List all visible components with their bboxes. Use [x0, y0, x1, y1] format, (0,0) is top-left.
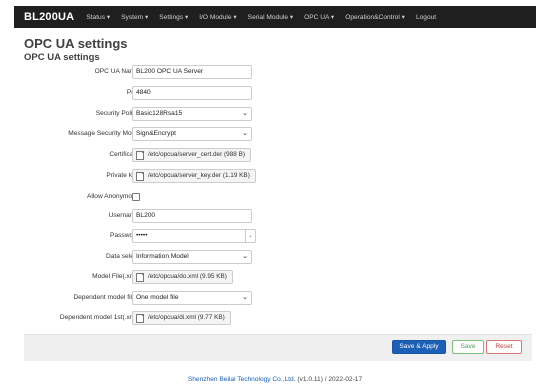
nav-serial-module[interactable]: Serial Module ▾ — [248, 13, 293, 21]
file-icon — [136, 150, 144, 160]
chevron-down-icon: ⌄ — [242, 294, 248, 301]
dependent-model-1st-label: Dependent model 1st(.xml) — [59, 314, 139, 321]
security-policy-value: Basic128Rsa15 — [136, 110, 183, 117]
reset-button[interactable]: Reset — [486, 340, 522, 354]
private-key-file-name: /etc/opcua/server_key.der (1.19 KB) — [148, 172, 250, 179]
dependent-model-1st-file-name: /etc/opcua/di.xml (9.77 KB) — [148, 314, 225, 321]
private-key-file-button[interactable]: /etc/opcua/server_key.der (1.19 KB) — [132, 169, 256, 183]
chevron-down-icon: ⌄ — [242, 253, 248, 260]
chevron-down-icon: ⌄ — [242, 130, 248, 137]
nav-status[interactable]: Status ▾ — [86, 13, 110, 21]
row-model-file: Model File(.xml) /etc/opcua/do.xml (9.95… — [14, 270, 536, 284]
nav-opc-ua[interactable]: OPC UA ▾ — [304, 13, 334, 21]
nav-system[interactable]: System ▾ — [121, 13, 148, 21]
nav-logout[interactable]: Logout — [416, 14, 436, 21]
row-allow-anonymous: Allow Anonymous — [14, 190, 536, 204]
model-file-name: /etc/opcua/do.xml (9.95 KB) — [148, 273, 227, 280]
password-field: ••••• ⌄ — [132, 229, 256, 243]
file-icon — [136, 313, 144, 323]
data-select-select[interactable]: Information Model ⌄ — [132, 250, 252, 264]
nav-settings[interactable]: Settings ▾ — [159, 13, 188, 21]
row-opc-ua-name: OPC UA Name BL200 OPC UA Server — [14, 65, 536, 79]
row-certificate: Certificate /etc/opcua/server_cert.der (… — [14, 148, 536, 162]
row-password: Password ••••• ⌄ — [14, 229, 536, 243]
row-username: Username BL200 — [14, 209, 536, 223]
row-message-security-mode: Message Security Mode Sign&Encrypt ⌄ — [14, 127, 536, 141]
nav-operation-control[interactable]: Operation&Control ▾ — [345, 13, 405, 21]
port-input[interactable]: 4840 — [132, 86, 252, 100]
message-security-mode-label: Message Security Mode — [68, 130, 139, 137]
opc-ua-name-input[interactable]: BL200 OPC UA Server — [132, 65, 252, 79]
dependent-model-files-select[interactable]: One model file ⌄ — [132, 291, 252, 305]
password-input[interactable]: ••••• — [132, 229, 245, 243]
certificate-file-name: /etc/opcua/server_cert.der (988 B) — [148, 151, 245, 158]
certificate-file-button[interactable]: /etc/opcua/server_cert.der (988 B) — [132, 148, 251, 162]
data-select-value: Information Model — [136, 253, 189, 260]
file-icon — [136, 272, 144, 282]
save-button[interactable]: Save — [452, 340, 484, 354]
row-data-select: Data select Information Model ⌄ — [14, 250, 536, 264]
message-security-mode-select[interactable]: Sign&Encrypt ⌄ — [132, 127, 252, 141]
dependent-model-files-label: Dependent model files — [73, 294, 139, 301]
page-title: OPC UA settings — [24, 36, 128, 51]
allow-anonymous-checkbox[interactable] — [132, 193, 140, 201]
model-file-button[interactable]: /etc/opcua/do.xml (9.95 KB) — [132, 270, 233, 284]
version-text: (v1.0.11) / 2022-02-17 — [297, 376, 363, 383]
message-security-mode-value: Sign&Encrypt — [136, 130, 176, 137]
chevron-down-icon: ⌄ — [242, 110, 248, 117]
row-dependent-model-1st: Dependent model 1st(.xml) /etc/opcua/di.… — [14, 311, 536, 325]
dependent-model-files-value: One model file — [136, 294, 179, 301]
top-navbar: BL200UA Status ▾ System ▾ Settings ▾ I/O… — [14, 6, 536, 28]
row-security-policy: Security Policy Basic128Rsa15 ⌄ — [14, 107, 536, 121]
company-link[interactable]: Shenzhen Beilai Technology Co.,Ltd. — [188, 376, 296, 383]
file-icon — [136, 171, 144, 181]
username-input[interactable]: BL200 — [132, 209, 252, 223]
page-footer: Shenzhen Beilai Technology Co.,Ltd. (v1.… — [0, 376, 550, 383]
row-port: Port 4840 — [14, 86, 536, 100]
brand-logo[interactable]: BL200UA — [24, 11, 74, 23]
save-apply-button[interactable]: Save & Apply — [392, 340, 446, 354]
security-policy-select[interactable]: Basic128Rsa15 ⌄ — [132, 107, 252, 121]
reveal-password-icon[interactable]: ⌄ — [245, 229, 256, 243]
dependent-model-1st-file-button[interactable]: /etc/opcua/di.xml (9.77 KB) — [132, 311, 231, 325]
section-title: OPC UA settings — [24, 52, 100, 63]
row-private-key: Private key /etc/opcua/server_key.der (1… — [14, 169, 536, 183]
row-dependent-model-files: Dependent model files One model file ⌄ — [14, 291, 536, 305]
nav-io-module[interactable]: I/O Module ▾ — [199, 13, 236, 21]
